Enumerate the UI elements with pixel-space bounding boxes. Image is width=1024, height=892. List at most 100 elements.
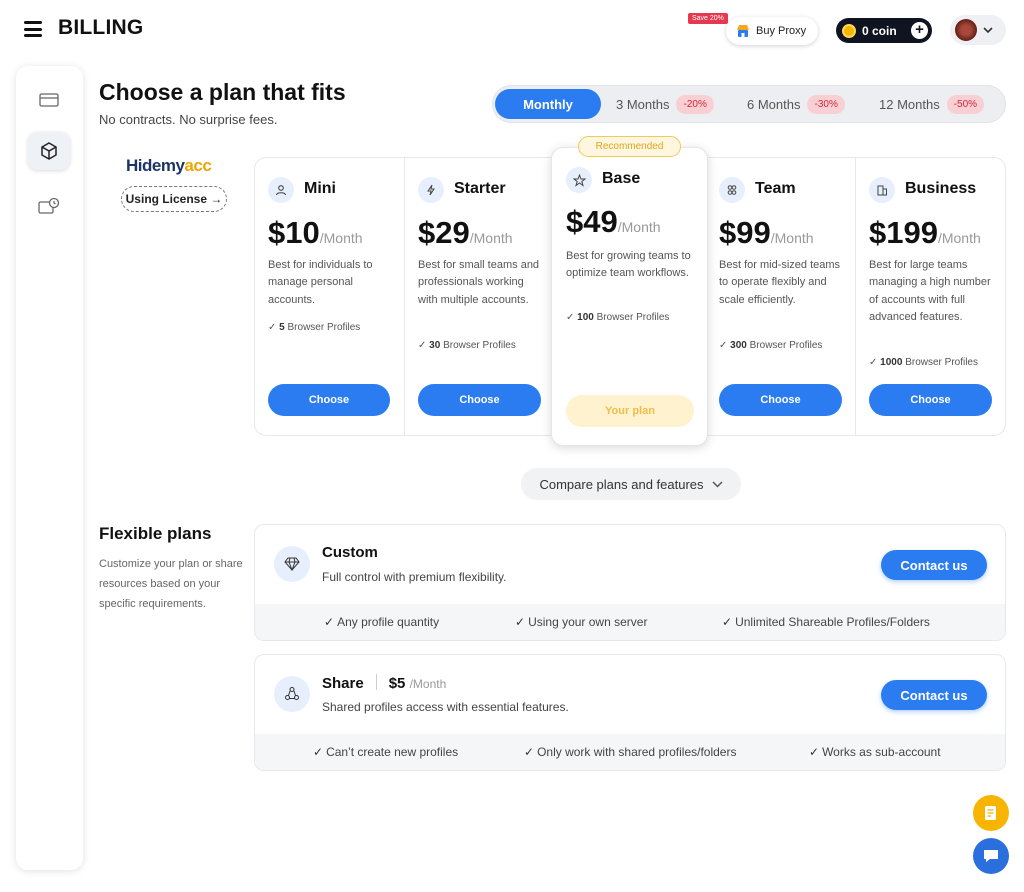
discount-badge: -20% <box>676 94 714 114</box>
plan-name: Business <box>905 180 977 197</box>
period-label: Monthly <box>523 96 573 112</box>
sidebar <box>16 66 83 870</box>
avatar <box>955 19 977 41</box>
custom-features: ✓ Any profile quantity ✓ Using your own se… <box>255 604 1005 640</box>
your-plan-button[interactable]: Your plan <box>566 395 694 427</box>
sidebar-item-billing[interactable] <box>28 81 70 119</box>
plan-profiles: ✓ 5 Browser Profiles <box>268 322 361 333</box>
plan-name: Base <box>602 170 641 187</box>
building-icon <box>869 177 895 203</box>
history-card-icon <box>38 197 60 214</box>
shop-icon <box>737 25 749 37</box>
plan-description: Best for individuals to manage personal … <box>268 259 373 306</box>
period-3-months[interactable]: 3 Months -20% <box>616 89 714 119</box>
notes-button[interactable] <box>973 795 1009 831</box>
feature-item: ✓ Can’t create new profiles <box>313 745 459 759</box>
contact-us-share-button[interactable]: Contact us <box>881 680 987 710</box>
share-title: Share $5 /Month <box>322 674 447 692</box>
credit-card-icon <box>39 93 59 107</box>
period-6-months[interactable]: 6 Months -30% <box>747 89 845 119</box>
feature-item: ✓ Unlimited Shareable Profiles/Folders <box>722 615 930 629</box>
choose-starter-button[interactable]: Choose <box>418 384 541 416</box>
save-badge: Save 20% <box>688 13 728 24</box>
share-per: /Month <box>409 677 447 691</box>
feature-item: ✓ Works as sub-account <box>809 745 941 759</box>
check-icon: ✓ <box>722 615 733 629</box>
discount-badge: -50% <box>946 94 985 114</box>
plan-profiles: ✓ 100 Browser Profiles <box>566 312 670 323</box>
feature-item: ✓ Any profile quantity <box>324 615 440 629</box>
account-menu[interactable] <box>950 15 1006 45</box>
feature-item: ✓ Only work with shared profiles/folders <box>524 745 737 759</box>
divider <box>855 158 856 435</box>
period-label: 6 Months <box>747 96 801 112</box>
custom-plan-card: Custom Full control with premium flexibi… <box>254 524 1006 641</box>
coin-icon <box>842 23 856 38</box>
sidebar-item-plans[interactable] <box>28 132 70 170</box>
plan-price: $10/Month <box>268 215 363 250</box>
package-icon <box>41 142 57 160</box>
plan-price: $199/Month <box>869 215 981 250</box>
add-coin-icon[interactable]: + <box>911 22 928 39</box>
check-icon: ✓ <box>524 745 535 759</box>
using-license-button[interactable]: Using License → <box>121 186 227 212</box>
top-bar: BILLING Save 20% Buy Proxy 0 coin + <box>0 0 1024 60</box>
chat-icon <box>984 850 998 862</box>
share-features: ✓ Can’t create new profiles ✓ Only work wi… <box>255 734 1005 770</box>
chevron-down-icon <box>983 26 993 33</box>
plan-name: Team <box>755 180 796 197</box>
flexible-plans-subtitle: Customize your plan or share resources b… <box>99 558 243 610</box>
plan-name: Mini <box>304 180 336 197</box>
share-plan-card: Share $5 /Month Shared profiles access wi… <box>254 654 1006 771</box>
period-monthly[interactable]: Monthly <box>495 89 601 119</box>
choose-team-button[interactable]: Choose <box>719 384 842 416</box>
period-12-months[interactable]: 12 Months -50% <box>879 89 985 119</box>
page-title: Choose a plan that fits <box>99 79 346 105</box>
coin-balance[interactable]: 0 coin + <box>836 18 932 43</box>
plan-profiles: ✓ 30 Browser Profiles <box>418 340 516 351</box>
coin-label: 0 coin <box>862 23 897 38</box>
team-icon <box>719 177 745 203</box>
app-title: BILLING <box>58 16 144 39</box>
plan-description: Best for mid-sized teams to operate flex… <box>719 259 841 306</box>
feature-item: ✓ Using your own server <box>515 615 648 629</box>
plan-description: Best for small teams and professionals w… <box>418 259 540 306</box>
recommended-badge: Recommended <box>578 136 681 157</box>
contact-us-custom-button[interactable]: Contact us <box>881 550 987 580</box>
plan-profiles: ✓ 300 Browser Profiles <box>719 340 823 351</box>
share-price: $5 <box>388 675 406 692</box>
buy-proxy-button[interactable]: Buy Proxy <box>726 17 819 45</box>
menu-icon[interactable] <box>24 21 42 37</box>
divider <box>404 158 405 435</box>
check-icon: ✓ <box>313 745 324 759</box>
check-icon: ✓ <box>515 615 526 629</box>
custom-description: Full control with premium flexibility. <box>322 570 507 584</box>
user-icon <box>268 177 294 203</box>
choose-mini-button[interactable]: Choose <box>268 384 390 416</box>
compare-plans-button[interactable]: Compare plans and features <box>521 468 741 500</box>
plan-description: Best for large teams managing a high num… <box>869 259 991 323</box>
diamond-icon <box>274 546 310 582</box>
plan-profiles: ✓ 1000 Browser Profiles <box>869 357 978 368</box>
custom-title: Custom <box>322 544 378 561</box>
choose-business-button[interactable]: Choose <box>869 384 992 416</box>
period-label: 3 Months <box>616 96 670 112</box>
buy-proxy-label: Buy Proxy <box>756 25 807 37</box>
share-icon <box>274 676 310 712</box>
star-icon <box>566 167 592 193</box>
discount-badge: -30% <box>807 94 845 114</box>
flexible-plans-title: Flexible plans <box>99 524 212 543</box>
chat-button[interactable] <box>973 838 1009 874</box>
share-description: Shared profiles access with essential fe… <box>322 700 569 714</box>
plan-price: $49/Month <box>566 204 661 239</box>
period-label: 12 Months <box>879 96 940 112</box>
chevron-down-icon <box>711 480 723 488</box>
plan-price: $99/Month <box>719 215 814 250</box>
brand-logo: Hidemyacc <box>126 156 212 175</box>
rocket-icon <box>418 177 444 203</box>
check-icon: ✓ <box>809 745 820 759</box>
compare-label: Compare plans and features <box>539 476 704 492</box>
plan-price: $29/Month <box>418 215 513 250</box>
sidebar-item-history[interactable] <box>28 187 70 225</box>
plan-name: Starter <box>454 180 506 197</box>
